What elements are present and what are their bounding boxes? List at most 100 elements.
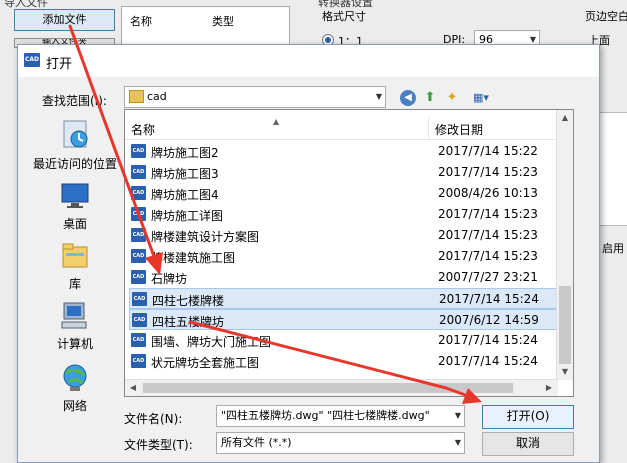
place-network[interactable]: 网络 (30, 363, 120, 414)
file-row[interactable]: CAD 四柱五楼牌坊 2007/6/12 14:59 (129, 309, 559, 330)
margin-label: 页边空白 (585, 10, 627, 23)
cad-file-icon: CAD (131, 144, 146, 158)
file-row[interactable]: CAD 牌坊施工图2 2017/7/14 15:22 (129, 141, 559, 162)
column-divider (428, 117, 429, 139)
back-icon[interactable]: ◀ (400, 90, 416, 106)
place-libraries[interactable]: 库 (30, 241, 120, 292)
look-in-label: 查找范围(I): (42, 94, 107, 108)
column-date[interactable]: 修改日期 (435, 121, 483, 138)
filetype-label: 文件类型(T): (124, 438, 193, 452)
chevron-down-icon: ▼ (375, 92, 382, 101)
vertical-scroll-thumb[interactable] (559, 286, 571, 364)
cad-file-icon: CAD (131, 186, 146, 200)
file-name: 状元牌坊全套施工图 (151, 356, 260, 370)
horizontal-scrollbar[interactable]: ◀ ▶ (125, 379, 558, 396)
up-folder-icon[interactable]: ⬆ (422, 90, 438, 106)
file-name: 牌楼建筑设计方案图 (151, 230, 260, 244)
chevron-down-icon: ▼ (454, 438, 461, 447)
horizontal-scroll-thumb[interactable] (143, 383, 513, 393)
recent-places-icon (63, 120, 88, 148)
scroll-down-icon[interactable]: ▼ (557, 364, 573, 380)
sort-up-icon: ▲ (273, 117, 280, 126)
imported-files-list[interactable]: 名称 类型 (121, 6, 290, 46)
file-row[interactable]: CAD 石牌坊 2007/7/27 23:21 (129, 267, 559, 288)
filetype-value: 所有文件 (*.*) (221, 436, 292, 449)
file-date: 2017/7/14 15:23 (438, 228, 538, 242)
cad-file-icon: CAD (131, 249, 146, 263)
cad-file-icon: CAD (131, 207, 146, 221)
scroll-right-icon[interactable]: ▶ (541, 380, 557, 396)
file-row[interactable]: CAD 牌坊施工图4 2008/4/26 10:13 (129, 183, 559, 204)
file-name: 四柱七楼牌楼 (152, 294, 225, 308)
place-libraries-label: 库 (68, 277, 81, 291)
cad-app-icon: CAD (24, 53, 40, 67)
apply-checkbox-label: 启用 (602, 242, 624, 255)
look-in-value: cad (147, 90, 167, 103)
scroll-up-icon[interactable]: ▲ (557, 110, 573, 126)
network-icon (63, 364, 87, 391)
place-desktop[interactable]: 桌面 (30, 181, 120, 232)
cad-file-icon: CAD (131, 270, 146, 284)
file-name: 牌坊施工图2 (151, 146, 219, 160)
libraries-icon (62, 243, 88, 268)
file-row[interactable]: CAD 四柱七楼牌楼 2017/7/14 15:24 (129, 288, 559, 309)
file-name: 石牌坊 (151, 272, 188, 286)
open-file-dialog: CAD 打开 查找范围(I): cad ▼ ◀ ⬆ ✦ ▦▾ 最近访问的位置 桌… (17, 44, 600, 463)
filename-label: 文件名(N): (124, 412, 183, 426)
file-date: 2017/7/14 15:24 (439, 292, 539, 306)
file-date: 2017/7/14 15:24 (438, 354, 538, 368)
file-date: 2007/7/27 23:21 (438, 270, 538, 284)
filename-value: "四柱五楼牌坊.dwg" "四柱七楼牌楼.dwg" (221, 409, 430, 422)
file-date: 2007/6/12 14:59 (439, 313, 539, 327)
file-name: 四柱五楼牌坊 (152, 315, 225, 329)
cad-file-icon: CAD (131, 333, 146, 347)
file-date: 2017/7/14 15:22 (438, 144, 538, 158)
file-row[interactable]: CAD 牌楼建筑设计方案图 2017/7/14 15:23 (129, 225, 559, 246)
file-name: 围墙、牌坊大门施工图 (151, 335, 272, 349)
column-name[interactable]: 名称 (131, 121, 155, 138)
open-button[interactable]: 打开(O) (482, 405, 574, 429)
file-row[interactable]: CAD 牌坊施工详图 2017/7/14 15:23 (129, 204, 559, 225)
list-header-type: 类型 (212, 15, 234, 28)
cad-file-icon: CAD (131, 354, 146, 368)
place-recent[interactable]: 最近访问的位置 (30, 119, 120, 172)
new-folder-icon[interactable]: ✦ (444, 90, 460, 106)
file-row[interactable]: CAD 围墙、牌坊大门施工图 2017/7/14 15:24 (129, 330, 559, 351)
file-date: 2017/7/14 15:23 (438, 249, 538, 263)
place-desktop-label: 桌面 (62, 217, 87, 231)
computer-icon (61, 302, 87, 329)
vertical-scrollbar[interactable]: ▲ ▼ (556, 110, 573, 380)
chevron-down-icon[interactable]: ▼ (452, 406, 461, 426)
scroll-left-icon[interactable]: ◀ (125, 380, 141, 396)
cad-file-icon: CAD (131, 228, 146, 242)
place-recent-label: 最近访问的位置 (32, 157, 117, 171)
file-name: 牌坊施工图3 (151, 167, 219, 181)
column-header: 名称 ▲ 修改日期 (125, 117, 559, 140)
cad-file-icon: CAD (131, 165, 146, 179)
cancel-button[interactable]: 取消 (482, 432, 574, 456)
file-date: 2017/7/14 15:24 (438, 333, 538, 347)
filetype-select[interactable]: 所有文件 (*.*) ▼ (216, 432, 465, 454)
file-date: 2017/7/14 15:23 (438, 165, 538, 179)
place-computer-label: 计算机 (56, 337, 93, 351)
file-name: 牌楼建筑施工图 (151, 251, 236, 265)
file-list[interactable]: 名称 ▲ 修改日期 CAD 牌坊施工图2 2017/7/14 15:22 CAD 牌坊施… (124, 109, 574, 397)
filename-input[interactable]: "四柱五楼牌坊.dwg" "四柱七楼牌楼.dwg" ▼ (216, 405, 465, 427)
file-row[interactable]: CAD 状元牌坊全套施工图 2017/7/14 15:24 (129, 351, 559, 372)
file-name: 牌坊施工详图 (151, 209, 224, 223)
file-row[interactable]: CAD 牌坊施工图3 2017/7/14 15:23 (129, 162, 559, 183)
cad-file-icon: CAD (132, 313, 147, 327)
dialog-titlebar[interactable]: CAD 打开 (18, 45, 599, 77)
add-file-button[interactable]: 添加文件 (14, 9, 115, 31)
view-menu-icon[interactable]: ▦▾ (468, 90, 494, 106)
file-date: 2017/7/14 15:23 (438, 207, 538, 221)
desktop-icon (61, 183, 89, 208)
folder-icon (129, 90, 144, 103)
format-size-label: 格式尺寸 (322, 10, 366, 23)
file-row[interactable]: CAD 牌楼建筑施工图 2017/7/14 15:23 (129, 246, 559, 267)
place-network-label: 网络 (62, 399, 87, 413)
cad-file-icon: CAD (132, 292, 147, 306)
look-in-select[interactable]: cad ▼ (124, 86, 386, 108)
dialog-title: 打开 (46, 57, 73, 72)
place-computer[interactable]: 计算机 (30, 301, 120, 352)
